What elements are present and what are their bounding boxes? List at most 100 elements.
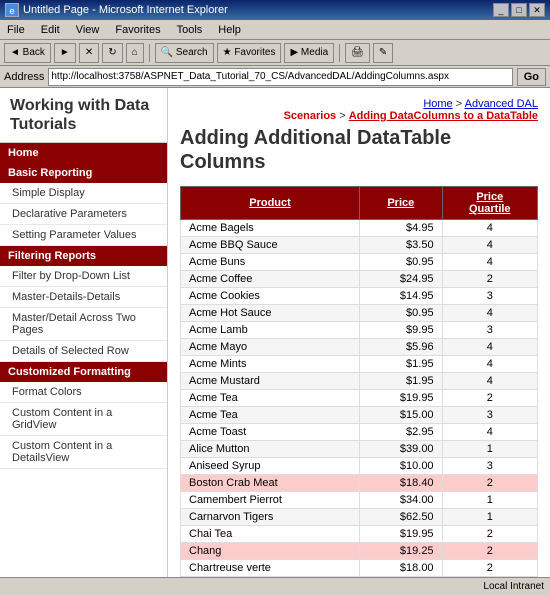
menu-favorites[interactable]: Favorites (112, 23, 163, 37)
nav-section-basic-reporting[interactable]: Basic Reporting (0, 163, 167, 183)
favorites-button[interactable]: ★ Favorites (217, 43, 282, 63)
refresh-button[interactable]: ↻ (102, 43, 122, 63)
sidebar-item-simple-display[interactable]: Simple Display (0, 183, 167, 204)
cell-quartile: 4 (442, 237, 537, 254)
window-titlebar: e Untitled Page - Microsoft Internet Exp… (0, 0, 550, 20)
forward-button[interactable]: ► (54, 43, 76, 63)
cell-quartile: 1 (442, 509, 537, 526)
col-header-price-quartile[interactable]: PriceQuartile (442, 187, 537, 220)
cell-quartile: 4 (442, 305, 537, 322)
table-row[interactable]: Acme Buns$0.954 (181, 254, 538, 271)
table-row[interactable]: Acme Tea$19.952 (181, 390, 538, 407)
table-row[interactable]: Acme Coffee$24.952 (181, 271, 538, 288)
table-row[interactable]: Acme Hot Sauce$0.954 (181, 305, 538, 322)
table-row[interactable]: Chai Tea$19.952 (181, 526, 538, 543)
sidebar-item-custom-content-gridview[interactable]: Custom Content in a GridView (0, 403, 167, 436)
cell-product: Acme Bagels (181, 220, 360, 237)
menu-help[interactable]: Help (215, 23, 244, 37)
cell-product: Camembert Pierrot (181, 492, 360, 509)
cell-product: Chai Tea (181, 526, 360, 543)
back-button[interactable]: ◄ Back (4, 43, 51, 63)
menu-edit[interactable]: Edit (38, 23, 63, 37)
sidebar-item-master-details[interactable]: Master-Details-Details (0, 287, 167, 308)
cell-price: $18.40 (360, 475, 443, 492)
cell-product: Acme Tea (181, 390, 360, 407)
go-button[interactable]: Go (517, 68, 546, 86)
cell-quartile: 1 (442, 441, 537, 458)
nav-home[interactable]: Home (0, 143, 167, 163)
cell-price: $1.95 (360, 373, 443, 390)
cell-price: $15.00 (360, 407, 443, 424)
minimize-btn[interactable]: _ (493, 3, 509, 17)
breadcrumb-home[interactable]: Home (423, 98, 452, 110)
table-row[interactable]: Acme Mints$1.954 (181, 356, 538, 373)
sidebar: Working with Data Tutorials Home Basic R… (0, 88, 168, 595)
table-row[interactable]: Acme Tea$15.003 (181, 407, 538, 424)
breadcrumb-advanced-dal[interactable]: Advanced DAL (465, 98, 538, 110)
table-row[interactable]: Boston Crab Meat$18.402 (181, 475, 538, 492)
table-row[interactable]: Acme Bagels$4.954 (181, 220, 538, 237)
edit-button[interactable]: ✎ (373, 43, 393, 63)
cell-product: Acme Mayo (181, 339, 360, 356)
cell-price: $0.95 (360, 305, 443, 322)
toolbar-separator (149, 44, 150, 62)
table-row[interactable]: Acme Mustard$1.954 (181, 373, 538, 390)
col-header-price[interactable]: Price (360, 187, 443, 220)
sidebar-item-format-colors[interactable]: Format Colors (0, 382, 167, 403)
cell-price: $5.96 (360, 339, 443, 356)
cell-product: Acme Mints (181, 356, 360, 373)
table-row[interactable]: Chang$19.252 (181, 543, 538, 560)
menu-tools[interactable]: Tools (174, 23, 206, 37)
table-row[interactable]: Acme BBQ Sauce$3.504 (181, 237, 538, 254)
menu-view[interactable]: View (73, 23, 103, 37)
menu-file[interactable]: File (4, 23, 28, 37)
nav-section-customized-formatting[interactable]: Customized Formatting (0, 362, 167, 382)
home-button[interactable]: ⌂ (126, 43, 144, 63)
media-button[interactable]: ▶ Media (284, 43, 334, 63)
cell-price: $4.95 (360, 220, 443, 237)
data-table: Product Price PriceQuartile Acme Bagels$… (180, 186, 538, 577)
main-panel: Home > Advanced DAL Scenarios > Adding D… (168, 88, 550, 595)
cell-product: Acme BBQ Sauce (181, 237, 360, 254)
cell-quartile: 2 (442, 475, 537, 492)
sidebar-item-details-selected-row[interactable]: Details of Selected Row (0, 341, 167, 362)
close-btn[interactable]: ✕ (529, 3, 545, 17)
sidebar-item-filter-dropdown[interactable]: Filter by Drop-Down List (0, 266, 167, 287)
cell-product: Boston Crab Meat (181, 475, 360, 492)
col-header-product[interactable]: Product (181, 187, 360, 220)
stop-button[interactable]: ✕ (79, 43, 99, 63)
cell-quartile: 2 (442, 560, 537, 577)
nav-section-filtering-reports[interactable]: Filtering Reports (0, 246, 167, 266)
cell-quartile: 4 (442, 339, 537, 356)
cell-quartile: 4 (442, 220, 537, 237)
table-row[interactable]: Chartreuse verte$18.002 (181, 560, 538, 577)
cell-price: $34.00 (360, 492, 443, 509)
table-row[interactable]: Acme Lamb$9.953 (181, 322, 538, 339)
window-controls[interactable]: _ □ ✕ (493, 3, 545, 17)
table-row[interactable]: Carnarvon Tigers$62.501 (181, 509, 538, 526)
cell-quartile: 3 (442, 407, 537, 424)
table-body: Acme Bagels$4.954Acme BBQ Sauce$3.504Acm… (181, 220, 538, 577)
cell-quartile: 4 (442, 356, 537, 373)
table-row[interactable]: Alice Mutton$39.001 (181, 441, 538, 458)
table-row[interactable]: Acme Cookies$14.953 (181, 288, 538, 305)
cell-product: Chartreuse verte (181, 560, 360, 577)
sidebar-item-declarative-parameters[interactable]: Declarative Parameters (0, 204, 167, 225)
table-row[interactable]: Acme Toast$2.954 (181, 424, 538, 441)
search-button[interactable]: 🔍 Search (155, 43, 214, 63)
sidebar-item-custom-content-detailsview[interactable]: Custom Content in a DetailsView (0, 436, 167, 469)
cell-quartile: 2 (442, 526, 537, 543)
address-input[interactable] (48, 68, 512, 86)
table-row[interactable]: Camembert Pierrot$34.001 (181, 492, 538, 509)
content-area: Working with Data Tutorials Home Basic R… (0, 88, 550, 595)
sidebar-item-master-detail-across[interactable]: Master/Detail Across Two Pages (0, 308, 167, 341)
table-row[interactable]: Aniseed Syrup$10.003 (181, 458, 538, 475)
sidebar-item-setting-parameter-values[interactable]: Setting Parameter Values (0, 225, 167, 246)
cell-price: $0.95 (360, 254, 443, 271)
cell-price: $1.95 (360, 356, 443, 373)
maximize-btn[interactable]: □ (511, 3, 527, 17)
print-button[interactable]: 🖨 (345, 43, 370, 63)
table-row[interactable]: Acme Mayo$5.964 (181, 339, 538, 356)
cell-quartile: 3 (442, 288, 537, 305)
cell-price: $19.95 (360, 390, 443, 407)
